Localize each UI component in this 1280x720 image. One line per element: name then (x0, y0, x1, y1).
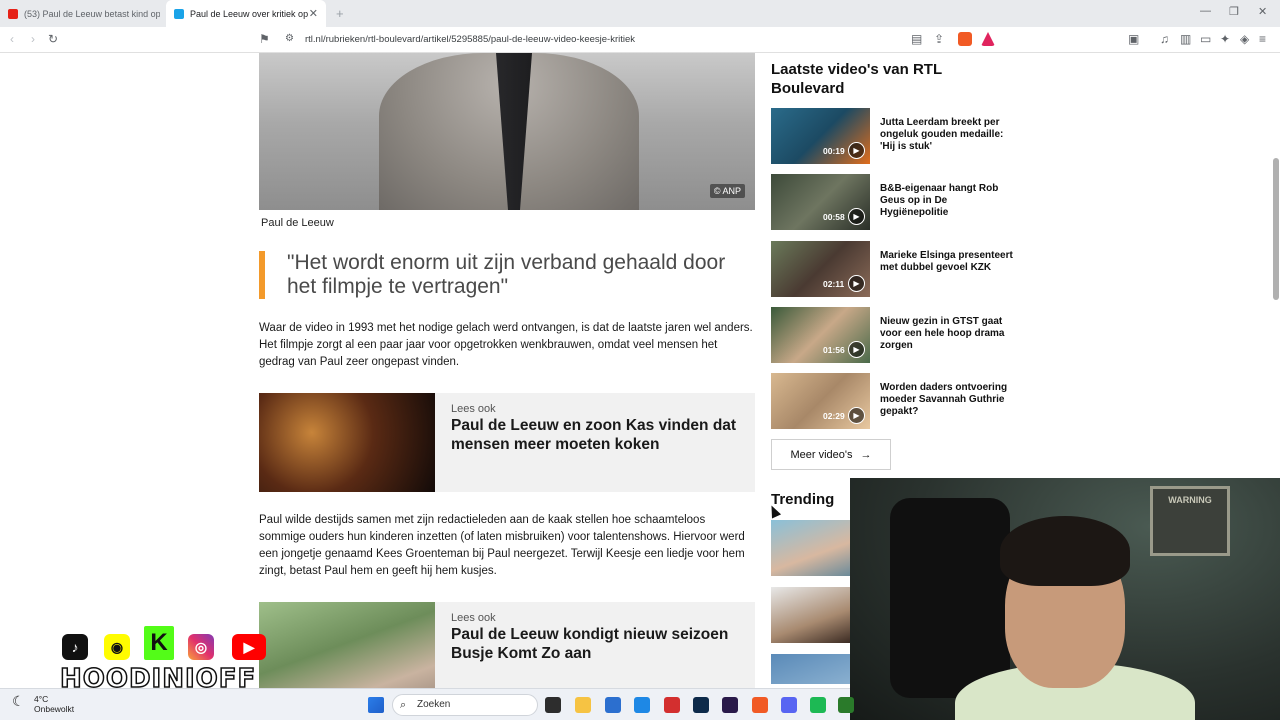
microphone-arm (890, 498, 1010, 698)
trending-thumbnail[interactable] (771, 587, 851, 643)
site-info-icon[interactable]: ⚙ (285, 33, 294, 44)
video-title[interactable]: Jutta Leerdam breekt per ongeluk gouden … (880, 117, 1015, 153)
tab-rtl-article[interactable]: Paul de Leeuw over kritiek op video ✕ (166, 0, 326, 27)
youtube-icon: ▶ (232, 634, 266, 660)
search-icon: ⌕ (400, 699, 407, 711)
search-placeholder: Zoeken (417, 699, 451, 710)
snapchat-icon: ◉ (104, 634, 130, 660)
moon-icon: ☾ (12, 693, 25, 709)
trending-thumbnail[interactable] (771, 520, 851, 576)
forward-icon[interactable]: › (31, 32, 35, 46)
arrow-right-icon: → (860, 448, 872, 461)
app-icon[interactable] (810, 697, 826, 713)
trending-thumbnail[interactable] (771, 654, 851, 684)
read-more-label: Lees ook (451, 612, 496, 624)
video-title[interactable]: Worden daders ontvoering moeder Savannah… (880, 382, 1015, 418)
video-duration: 02:11 (823, 279, 845, 289)
scrollbar-thumb[interactable] (1273, 158, 1279, 300)
minimize-icon[interactable]: — (1200, 5, 1211, 17)
image-credit: © ANP (709, 184, 745, 198)
reload-icon[interactable]: ↻ (48, 32, 58, 46)
webcam-overlay: WARNING (850, 478, 1280, 720)
latest-videos-title: Laatste video's van RTL Boulevard (771, 61, 942, 97)
social-overlay: ♪ ◉ K ◎ ▶ HOODINIOFF (58, 624, 278, 695)
app-icon[interactable] (838, 697, 854, 713)
tab-search-icon[interactable]: ▣ (1128, 32, 1139, 46)
read-more-thumbnail (259, 393, 435, 492)
video-duration: 01:56 (823, 345, 845, 355)
browser-toolbar: ‹ › ↻ ⚑ ⚙ rtl.nl/rubrieken/rtl-boulevard… (0, 27, 1280, 53)
tab-youtube[interactable]: (53) Paul de Leeuw betast kind op TV (0, 0, 160, 27)
instagram-icon: ◎ (188, 634, 214, 660)
file-explorer-icon[interactable] (575, 697, 591, 713)
image-caption: Paul de Leeuw (261, 217, 334, 229)
tab-title: (53) Paul de Leeuw betast kind op TV (24, 8, 160, 19)
back-icon[interactable]: ‹ (10, 32, 14, 46)
acrobat-icon[interactable] (664, 697, 680, 713)
pull-quote: "Het wordt enorm uit zijn verband gehaal… (259, 251, 755, 299)
vpn-shield-icon[interactable]: ◈ (1240, 32, 1249, 46)
temperature: 4°C (34, 694, 49, 704)
kick-icon: K (144, 626, 174, 660)
play-icon[interactable]: ▶ (848, 275, 865, 292)
windows-taskbar: ☾ 4°C Onbewolkt ⌕ Zoeken (0, 688, 854, 720)
video-item[interactable]: 00:19 ▶ Jutta Leerdam breekt per ongeluk… (771, 108, 1021, 164)
outlook-icon[interactable] (634, 697, 650, 713)
menu-icon[interactable]: ≡ (1259, 32, 1266, 46)
brave-icon[interactable] (752, 697, 768, 713)
music-icon[interactable]: ♫ (1160, 32, 1169, 46)
close-tab-icon[interactable]: ✕ (309, 7, 318, 20)
bookmark-icon[interactable]: ⚑ (259, 32, 270, 46)
play-icon[interactable]: ▶ (848, 142, 865, 159)
video-item[interactable]: 01:56 ▶ Nieuw gezin in GTST gaat voor ee… (771, 307, 1021, 363)
article-paragraph: Paul wilde destijds samen met zijn redac… (259, 514, 745, 577)
read-more-title[interactable]: Paul de Leeuw kondigt nieuw seizoen Busj… (451, 625, 741, 663)
premiere-icon[interactable] (722, 697, 738, 713)
store-icon[interactable] (605, 697, 621, 713)
windows-start-icon[interactable] (368, 697, 384, 713)
video-title[interactable]: Nieuw gezin in GTST gaat voor een hele h… (880, 316, 1015, 352)
plus-icon[interactable]: + (336, 6, 344, 21)
weather-text: Onbewolkt (34, 704, 75, 714)
play-icon[interactable]: ▶ (848, 407, 865, 424)
streamer-hair (1000, 516, 1130, 586)
video-title[interactable]: Marieke Elsinga presenteert met dubbel g… (880, 250, 1015, 274)
read-more-title[interactable]: Paul de Leeuw en zoon Kas vinden dat men… (451, 416, 741, 454)
more-videos-label: Meer video's (790, 448, 853, 461)
restore-icon[interactable]: ❐ (1229, 5, 1239, 18)
video-item[interactable]: 02:29 ▶ Worden daders ontvoering moeder … (771, 373, 1021, 429)
rtl-favicon-icon (174, 8, 184, 19)
wallet-icon[interactable]: ▭ (1200, 32, 1211, 46)
browser-tab-bar: (53) Paul de Leeuw betast kind op TV Pau… (0, 0, 1280, 27)
video-duration: 02:29 (823, 411, 845, 421)
task-view-icon[interactable] (545, 697, 561, 713)
play-icon[interactable]: ▶ (848, 341, 865, 358)
video-title[interactable]: B&B-eigenaar hangt Rob Geus op in De Hyg… (880, 183, 1015, 219)
leo-ai-icon[interactable]: ✦ (1220, 32, 1230, 46)
close-window-icon[interactable]: ✕ (1258, 5, 1267, 18)
share-icon[interactable]: ⇪ (934, 32, 944, 46)
video-item[interactable]: 00:58 ▶ B&B-eigenaar hangt Rob Geus op i… (771, 174, 1021, 230)
sidebar-icon[interactable]: ▥ (1180, 32, 1191, 46)
tab-title: Paul de Leeuw over kritiek op video (190, 8, 308, 19)
address-bar[interactable]: rtl.nl/rubrieken/rtl-boulevard/artikel/5… (305, 34, 635, 45)
article-hero-image: © ANP (259, 53, 755, 210)
tiktok-icon: ♪ (62, 634, 88, 660)
brave-shield-icon[interactable] (958, 32, 972, 46)
more-videos-button[interactable]: Meer video's → (771, 439, 891, 470)
taskbar-search[interactable]: ⌕ Zoeken (392, 694, 538, 716)
video-duration: 00:58 (823, 212, 845, 222)
read-more-label: Lees ook (451, 403, 496, 415)
article-paragraph: Waar de video in 1993 met het nodige gel… (259, 322, 753, 368)
video-item[interactable]: 02:11 ▶ Marieke Elsinga presenteert met … (771, 241, 1021, 297)
youtube-favicon-icon (8, 8, 18, 19)
reader-mode-icon[interactable]: ▤ (911, 32, 922, 46)
video-duration: 00:19 (823, 146, 845, 156)
play-icon[interactable]: ▶ (848, 208, 865, 225)
read-more-card[interactable]: Lees ook Paul de Leeuw en zoon Kas vinde… (259, 393, 755, 492)
photoshop-icon[interactable] (693, 697, 709, 713)
trending-title: Trending (771, 491, 835, 508)
discord-icon[interactable] (781, 697, 797, 713)
warning-sign: WARNING (1150, 486, 1230, 556)
